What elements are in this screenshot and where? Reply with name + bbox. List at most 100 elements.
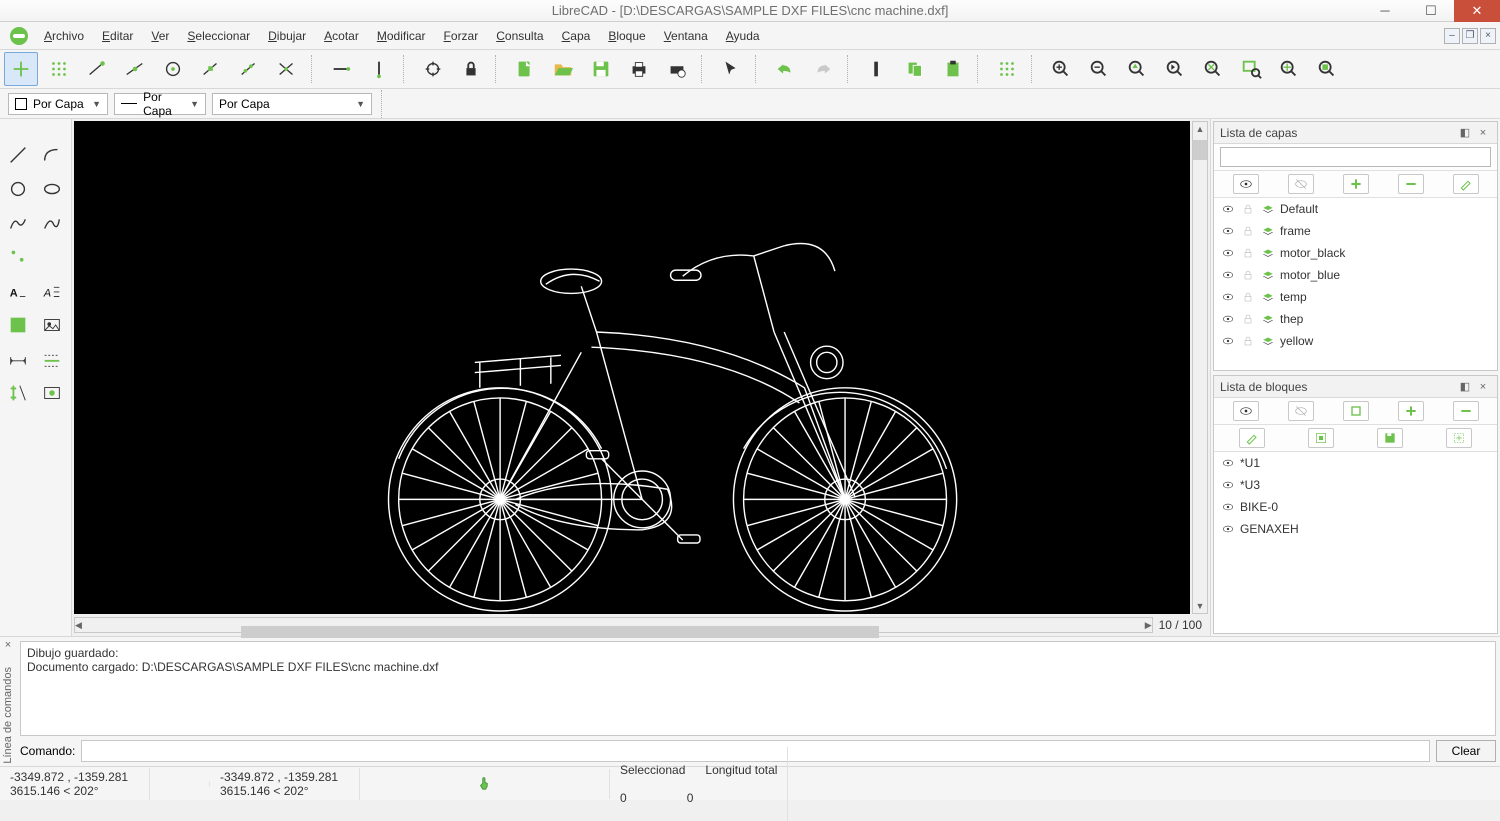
print-button[interactable] [622,52,656,86]
eye-icon[interactable] [1220,477,1236,493]
undo-button[interactable] [768,52,802,86]
remove-layer-button[interactable] [1398,174,1424,194]
scroll-thumb[interactable] [241,626,879,638]
copy-button[interactable] [898,52,932,86]
layer-row[interactable]: motor_black [1214,242,1497,264]
menu-acotar[interactable]: Acotar [316,25,367,47]
save-button[interactable] [584,52,618,86]
lock-icon[interactable] [1240,289,1256,305]
snap-grid-button[interactable] [42,52,76,86]
scroll-left-icon[interactable]: ◀ [75,618,82,633]
snap-free-button[interactable] [4,52,38,86]
open-button[interactable] [546,52,580,86]
zoom-out-button[interactable] [1082,52,1116,86]
close-button[interactable]: ✕ [1454,0,1500,22]
mdi-close[interactable]: × [1480,28,1496,44]
lock-relative-zero-button[interactable] [454,52,488,86]
arc-tool[interactable] [36,139,68,171]
menu-seleccionar[interactable]: Seleccionar [179,25,258,47]
show-all-layers-button[interactable] [1233,174,1259,194]
eye-icon[interactable] [1220,267,1236,283]
zoom-redraw-button[interactable] [1196,52,1230,86]
pointer-button[interactable] [714,52,748,86]
remove-block-button[interactable] [1453,401,1479,421]
panel-close-icon[interactable]: × [1475,125,1491,141]
color-combo[interactable]: Por Capa▼ [8,93,108,115]
new-button[interactable] [508,52,542,86]
eye-icon[interactable] [1220,455,1236,471]
circle-tool[interactable] [2,173,34,205]
drawing-canvas[interactable] [74,121,1190,614]
menu-ver[interactable]: Ver [143,25,177,47]
linewidth-combo[interactable]: Por Capa▼ [114,93,206,115]
lock-icon[interactable] [1240,311,1256,327]
eye-icon[interactable] [1220,311,1236,327]
block-row[interactable]: *U1 [1214,452,1497,474]
zoom-auto-button[interactable] [1120,52,1154,86]
menu-forzar[interactable]: Forzar [436,25,487,47]
panel-close-icon[interactable]: × [1475,379,1491,395]
show-all-blocks-button[interactable] [1233,401,1259,421]
layer-row[interactable]: yellow [1214,330,1497,352]
lock-icon[interactable] [1240,201,1256,217]
command-close-icon[interactable]: × [5,639,11,651]
block-row[interactable]: BIKE-0 [1214,496,1497,518]
modify-tool[interactable] [2,377,34,409]
menu-capa[interactable]: Capa [554,25,599,47]
lock-icon[interactable] [1240,267,1256,283]
snap-endpoint-button[interactable] [80,52,114,86]
layer-row[interactable]: thep [1214,308,1497,330]
layer-filter-input[interactable] [1220,147,1491,167]
eye-icon[interactable] [1220,201,1236,217]
menu-dibujar[interactable]: Dibujar [260,25,314,47]
scroll-thumb[interactable] [1193,140,1207,160]
layers-panel-header[interactable]: Lista de capas ◧ × [1214,122,1497,144]
eye-icon[interactable] [1220,521,1236,537]
spline-tool[interactable] [2,207,34,239]
snap-distance-button[interactable] [232,52,266,86]
cut-button[interactable] [860,52,894,86]
redo-button[interactable] [806,52,840,86]
hide-all-blocks-button[interactable] [1288,401,1314,421]
horizontal-scrollbar[interactable]: ◀ ▶ [74,617,1153,633]
rename-block-button[interactable] [1239,428,1265,448]
point-tool[interactable] [2,241,34,273]
scroll-up-icon[interactable]: ▲ [1193,122,1207,136]
save-block-button[interactable] [1377,428,1403,448]
layer-row[interactable]: motor_blue [1214,264,1497,286]
info-tool[interactable] [36,377,68,409]
layer-row[interactable]: Default [1214,198,1497,220]
mdi-restore[interactable]: ❐ [1462,28,1478,44]
menu-ventana[interactable]: Ventana [656,25,716,47]
eye-icon[interactable] [1220,499,1236,515]
eye-icon[interactable] [1220,245,1236,261]
create-block-button[interactable] [1343,401,1369,421]
panel-float-icon[interactable]: ◧ [1457,379,1473,395]
layer-row[interactable]: frame [1214,220,1497,242]
polyline-tool[interactable] [36,207,68,239]
zoom-in-button[interactable] [1044,52,1078,86]
maximize-button[interactable]: ☐ [1408,0,1454,22]
hide-all-layers-button[interactable] [1288,174,1314,194]
lock-icon[interactable] [1240,245,1256,261]
menu-modificar[interactable]: Modificar [369,25,434,47]
zoom-select-button[interactable] [1310,52,1344,86]
mdi-minimize[interactable]: – [1444,28,1460,44]
snap-middle-button[interactable] [194,52,228,86]
add-layer-button[interactable] [1343,174,1369,194]
menu-editar[interactable]: Editar [94,25,141,47]
add-block-button[interactable] [1398,401,1424,421]
hatch-tool[interactable] [2,309,34,341]
restrict-vertical-button[interactable] [362,52,396,86]
dimension-aligned-tool[interactable] [36,343,68,375]
layer-row[interactable]: temp [1214,286,1497,308]
menu-archivo[interactable]: AArchivorchivo [36,25,92,47]
edit-block-button[interactable] [1308,428,1334,448]
dimension-tool[interactable] [2,343,34,375]
relative-zero-button[interactable] [416,52,450,86]
mtext-tool[interactable]: A [36,275,68,307]
eye-icon[interactable] [1220,223,1236,239]
blocks-panel-header[interactable]: Lista de bloques ◧ × [1214,376,1497,398]
edit-layer-button[interactable] [1453,174,1479,194]
linetype-combo[interactable]: Por Capa▼ [212,93,372,115]
